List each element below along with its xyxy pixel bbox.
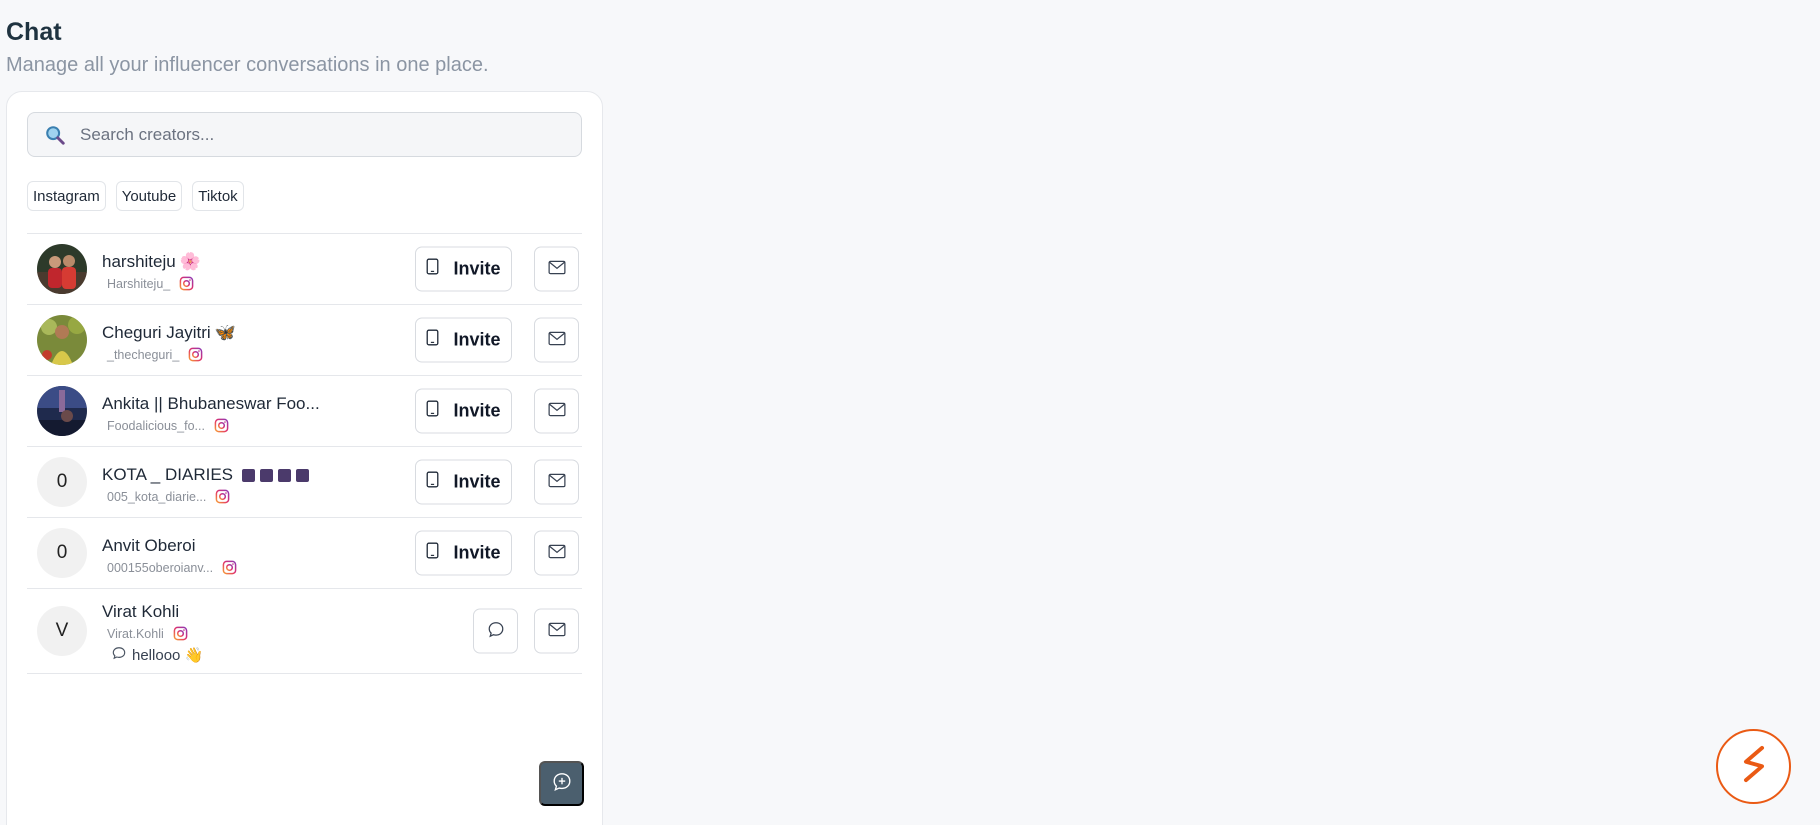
page-title: Chat [6,18,62,46]
creator-row[interactable]: 0 Anvit Oberoi 000155oberoianv... Invite [27,518,582,589]
page-subtitle: Manage all your influencer conversations… [6,54,489,76]
message-bubble-icon [112,646,126,664]
creator-row[interactable]: Cheguri Jayitri 🦋 _thecheguri_ Invite [27,305,582,376]
creator-row[interactable]: Ankita || Bhubaneswar Foo... Foodaliciou… [27,376,582,447]
search-box[interactable] [27,112,582,157]
creator-name: Cheguri Jayitri [102,323,211,342]
chat-list-panel: Instagram Youtube Tiktok harshiteju [6,91,603,825]
creator-row[interactable]: 0 KOTA _ DIARIES 005_kota_diarie... Invi… [27,447,582,518]
search-input[interactable] [80,124,540,145]
last-message: hellooo 👋 [132,647,204,664]
email-button[interactable] [534,246,579,292]
instagram-icon [173,626,188,641]
mail-icon [548,473,566,491]
mail-icon [548,622,566,640]
instagram-icon [179,276,194,291]
instagram-icon [215,489,230,504]
avatar [37,315,87,365]
search-icon [44,124,66,146]
invite-label: Invite [453,471,501,492]
instagram-icon [214,418,229,433]
creator-list: harshiteju 🌸 Harshiteju_ Invite Cheguri … [27,234,582,674]
email-button[interactable] [534,530,579,576]
creator-name-emoji: 🌸 [179,252,201,271]
creator-name: Anvit Oberoi [102,536,196,555]
invite-button[interactable]: Invite [415,246,512,292]
creator-handle: 005_kota_diarie... [107,489,207,504]
creator-row[interactable]: V Virat Kohli Virat.Kohli hellooo 👋 [27,589,582,674]
filter-chip-tiktok[interactable]: Tiktok [192,181,244,211]
mail-icon [548,331,566,349]
filter-chip-instagram[interactable]: Instagram [27,181,106,211]
avatar [37,386,87,436]
mail-icon [548,260,566,278]
invite-label: Invite [453,400,501,421]
avatar [37,244,87,294]
phone-icon [426,329,439,352]
avatar: 0 [37,528,87,578]
phone-icon [426,471,439,494]
creator-name: harshiteju [102,252,176,271]
creator-name: Virat Kohli [102,602,180,621]
creator-name: Ankita || Bhubaneswar Foo... [102,394,320,413]
creator-handle: Virat.Kohli [107,626,164,641]
mail-icon [548,402,566,420]
open-chat-button[interactable] [473,608,518,654]
invite-label: Invite [453,329,501,350]
brand-logo-icon [1731,741,1777,792]
filter-chip-youtube[interactable]: Youtube [115,181,183,211]
creator-handle: Harshiteju_ [107,276,171,291]
creator-row[interactable]: harshiteju 🌸 Harshiteju_ Invite [27,234,582,305]
chat-bubble-icon [487,621,505,642]
email-button[interactable] [534,388,579,434]
creator-handle: Foodalicious_fo... [107,418,205,433]
invite-button[interactable]: Invite [415,388,512,434]
email-button[interactable] [534,317,579,363]
chat-plus-icon [551,771,573,796]
invite-button[interactable]: Invite [415,459,512,505]
invite-button[interactable]: Invite [415,530,512,576]
brand-assistant-button[interactable] [1716,729,1791,804]
creator-name: KOTA _ DIARIES [102,465,234,484]
mail-icon [548,544,566,562]
phone-icon [426,400,439,423]
invite-label: Invite [453,542,501,563]
phone-icon [426,258,439,281]
instagram-icon [188,347,203,362]
email-button[interactable] [534,459,579,505]
creator-handle: 000155oberoianv... [107,560,214,575]
emoji-glyphs [237,468,310,482]
avatar: V [37,606,87,656]
invite-label: Invite [453,258,501,279]
new-chat-button[interactable] [539,761,584,806]
invite-button[interactable]: Invite [415,317,512,363]
platform-filters: Instagram Youtube Tiktok [27,181,244,211]
email-button[interactable] [534,608,579,654]
creator-name-emoji: 🦋 [214,323,236,342]
instagram-icon [222,560,237,575]
avatar: 0 [37,457,87,507]
phone-icon [426,542,439,565]
creator-handle: _thecheguri_ [107,347,180,362]
